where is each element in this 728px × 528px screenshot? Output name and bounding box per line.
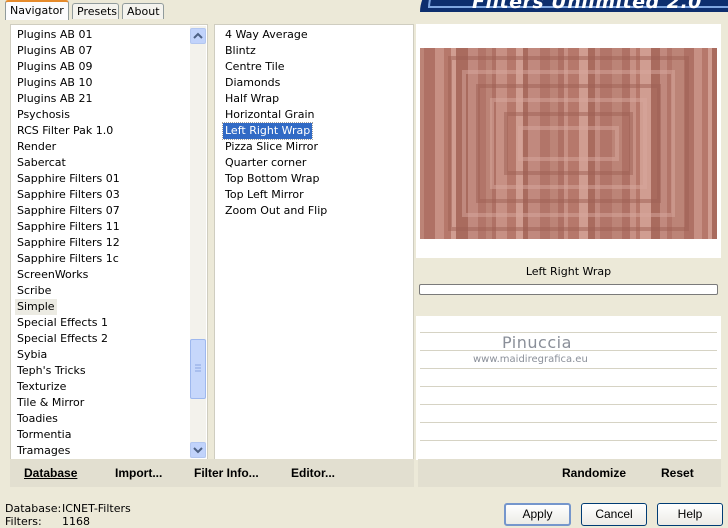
category-item[interactable]: Texturize xyxy=(15,379,68,395)
database-button[interactable]: Database xyxy=(24,466,77,480)
category-item[interactable]: Tile & Mirror xyxy=(15,395,86,411)
chevron-up-icon xyxy=(193,32,203,39)
watermark-url: www.maidiregrafica.eu xyxy=(473,354,588,365)
filter-items: 4 Way Average Blintz Centre Tile Diamonds Ha… xyxy=(221,27,411,457)
scroll-thumb[interactable] xyxy=(190,339,206,399)
category-item[interactable]: Toadies xyxy=(15,411,60,427)
filters-count-value: 1168 xyxy=(62,515,90,528)
tab-presets-label: Presets xyxy=(77,5,118,18)
filter-item[interactable]: Horizontal Grain xyxy=(223,107,316,123)
chevron-down-icon xyxy=(193,447,203,454)
scroll-up-button[interactable] xyxy=(190,28,206,44)
scroll-down-button[interactable] xyxy=(190,442,206,458)
database-status-label: Database: xyxy=(5,502,62,515)
category-item[interactable]: Tormentia xyxy=(15,427,73,443)
category-item[interactable]: Sapphire Filters 03 xyxy=(15,187,122,203)
filter-list[interactable]: 4 Way Average Blintz Centre Tile Diamonds Ha… xyxy=(214,24,414,460)
banner-title: Filters Unlimited 2.0 xyxy=(472,0,702,12)
filter-item[interactable]: Top Bottom Wrap xyxy=(223,171,322,187)
category-scrollbar[interactable] xyxy=(190,26,206,458)
category-item[interactable]: Simple xyxy=(15,299,57,315)
divider xyxy=(420,404,717,405)
filter-item[interactable]: Top Left Mirror xyxy=(223,187,306,203)
divider xyxy=(420,386,717,387)
divider xyxy=(420,368,717,369)
randomize-button[interactable]: Randomize xyxy=(562,466,626,480)
apply-button[interactable]: Apply xyxy=(504,503,571,526)
filter-item[interactable]: Half Wrap xyxy=(223,91,281,107)
filter-item[interactable]: Diamonds xyxy=(223,75,282,91)
filter-item[interactable]: Quarter corner xyxy=(223,155,308,171)
preview-pattern xyxy=(420,48,717,239)
category-item[interactable]: RCS Filter Pak 1.0 xyxy=(15,123,115,139)
category-item[interactable]: Sapphire Filters 11 xyxy=(15,219,122,235)
grip-icon xyxy=(195,364,201,372)
category-item[interactable]: Teph's Tricks xyxy=(15,363,88,379)
category-item[interactable]: Sapphire Filters 07 xyxy=(15,203,122,219)
banner: Filters Unlimited 2.0 xyxy=(420,0,728,12)
current-filter-name: Left Right Wrap xyxy=(525,265,612,278)
filter-item[interactable]: 4 Way Average xyxy=(223,27,310,43)
category-items: Plugins AB 01 Plugins AB 07 Plugins AB 09 P… xyxy=(15,27,193,459)
category-item[interactable]: Special Effects 1 xyxy=(15,315,110,331)
tab-navigator[interactable]: Navigator xyxy=(5,0,69,20)
tab-presets[interactable]: Presets xyxy=(72,3,119,19)
category-item[interactable]: Sapphire Filters 1c xyxy=(15,251,121,267)
category-item[interactable]: Plugins AB 07 xyxy=(15,43,94,59)
tab-about-label: About xyxy=(127,5,160,18)
reset-button[interactable]: Reset xyxy=(661,466,694,480)
database-status-value: ICNET-Filters xyxy=(62,502,131,515)
editor-button[interactable]: Editor... xyxy=(291,466,335,480)
filter-item[interactable]: Blintz xyxy=(223,43,258,59)
category-item[interactable]: Plugins AB 21 xyxy=(15,91,94,107)
category-item[interactable]: Tramages xyxy=(15,443,72,459)
category-item[interactable]: Render xyxy=(15,139,58,155)
filter-item[interactable]: Zoom Out and Flip xyxy=(223,203,329,219)
category-item[interactable]: Sapphire Filters 01 xyxy=(15,171,122,187)
filter-item[interactable]: Pizza Slice Mirror xyxy=(223,139,320,155)
tab-about[interactable]: About xyxy=(122,3,164,19)
watermark-name: Pinuccia xyxy=(502,333,572,352)
divider xyxy=(420,440,717,441)
category-item[interactable]: Plugins AB 09 xyxy=(15,59,94,75)
divider xyxy=(420,422,717,423)
category-item[interactable]: Plugins AB 01 xyxy=(15,27,94,43)
category-item[interactable]: Plugins AB 10 xyxy=(15,75,94,91)
category-item[interactable]: Sapphire Filters 12 xyxy=(15,235,122,251)
tab-navigator-label: Navigator xyxy=(10,4,64,17)
category-list[interactable]: Plugins AB 01 Plugins AB 07 Plugins AB 09 P… xyxy=(10,24,208,460)
category-item[interactable]: Special Effects 2 xyxy=(15,331,110,347)
import-button[interactable]: Import... xyxy=(115,466,162,480)
help-button[interactable]: Help xyxy=(657,503,723,526)
category-item[interactable]: Psychosis xyxy=(15,107,72,123)
category-item[interactable]: ScreenWorks xyxy=(15,267,90,283)
cancel-button[interactable]: Cancel xyxy=(581,503,647,526)
category-item[interactable]: Sybia xyxy=(15,347,49,363)
filters-count-label: Filters: xyxy=(5,515,42,528)
category-item[interactable]: Sabercat xyxy=(15,155,68,171)
progress-bar xyxy=(419,284,718,295)
filter-item[interactable]: Centre Tile xyxy=(223,59,287,75)
preview-image xyxy=(420,48,717,239)
filter-info-button[interactable]: Filter Info... xyxy=(194,466,259,480)
filter-item[interactable]: Left Right Wrap xyxy=(221,122,314,140)
category-item[interactable]: Scribe xyxy=(15,283,53,299)
